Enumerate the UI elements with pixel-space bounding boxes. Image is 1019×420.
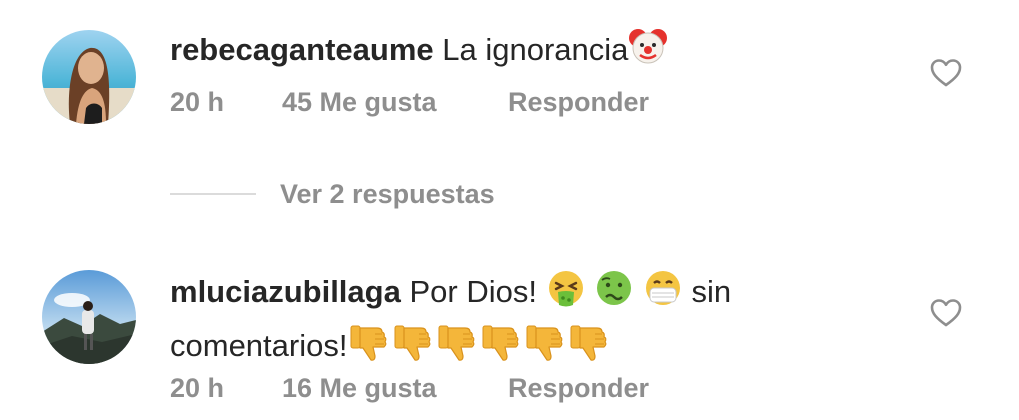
reply-button[interactable]: Responder (508, 87, 649, 118)
comment-text: La ignorancia (442, 32, 629, 68)
view-replies-button[interactable]: Ver 2 respuestas (170, 176, 495, 212)
heart-outline-icon[interactable] (930, 298, 962, 328)
avatar[interactable] (42, 30, 136, 124)
comment-time: 20 h (170, 372, 225, 403)
thumbs-down-emoji (347, 320, 391, 376)
comment-body: mluciazubillaga Por Dios! sin comentario… (170, 268, 890, 376)
thumbs-down-emoji (391, 320, 435, 376)
thumbs-down-emoji (523, 320, 567, 376)
comment-likes[interactable]: 16 Me gusta (282, 373, 508, 404)
comment-time: 20 h (170, 86, 225, 117)
thumbs-down-emoji (567, 320, 611, 376)
thumbs-down-emoji (479, 320, 523, 376)
comment-likes[interactable]: 45 Me gusta (282, 87, 508, 118)
heart-outline-icon[interactable] (930, 58, 962, 88)
comment-username[interactable]: mluciazubillaga (170, 274, 401, 309)
replies-divider (170, 193, 256, 195)
comment-text-part2: sin (691, 274, 732, 310)
medical-mask-face-emoji (643, 268, 683, 320)
avatar[interactable] (42, 270, 136, 364)
reply-button[interactable]: Responder (508, 373, 649, 404)
view-replies-label[interactable]: Ver 2 respuestas (280, 179, 495, 210)
clown-face-emoji (628, 26, 668, 78)
comment-username[interactable]: rebecaganteaume (170, 32, 434, 67)
thumbs-down-emoji (435, 320, 479, 376)
comment-text-line2: comentarios! (170, 328, 348, 364)
comment-meta: 20 h 45 Me gusta Responder (170, 84, 649, 120)
green-sick-face-emoji (594, 268, 634, 320)
comment-body: rebecaganteaume La ignorancia (170, 26, 890, 78)
comment-text-part1: Por Dios! (409, 274, 537, 310)
nauseated-face-emoji (546, 268, 586, 320)
thumbs-down-row (347, 325, 611, 363)
comment-meta: 20 h 16 Me gusta Responder (170, 370, 649, 406)
